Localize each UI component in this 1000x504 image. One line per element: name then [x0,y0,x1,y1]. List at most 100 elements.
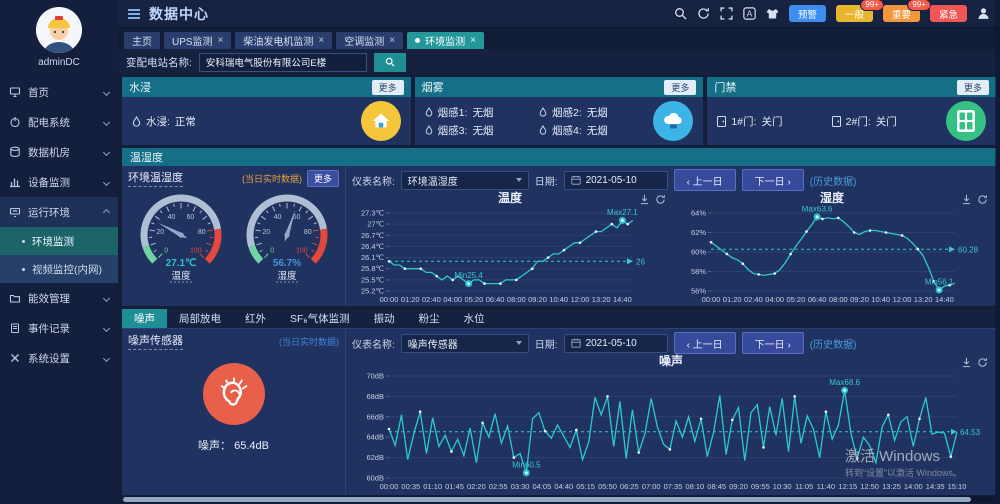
sidebar-item-event-log[interactable]: 事件记录 [0,313,118,343]
svg-text:13:20: 13:20 [592,295,611,304]
sidebar-item-power-distribution[interactable]: 配电系统 [0,107,118,137]
tab-hvac[interactable]: 空调监测 [336,32,403,49]
vertical-scrollbar[interactable] [995,0,1000,504]
svg-text:02:55: 02:55 [489,482,508,491]
next-day-button[interactable]: 下一日 [742,169,804,191]
station-search-button[interactable] [374,53,406,72]
tab-diesel[interactable]: 柴油发电机监测 [235,32,332,49]
svg-text:09:20: 09:20 [729,482,748,491]
refresh-icon[interactable] [977,355,988,373]
noise-section: 噪声传感器 (当日实时数据) 噪声： 65.4dB 仪表名称: [122,329,996,495]
close-icon[interactable] [218,36,224,46]
tab-home[interactable]: 主页 [124,32,160,49]
next-day-button[interactable]: 下一日 [742,332,804,354]
close-icon[interactable] [470,36,476,46]
svg-text:09:20: 09:20 [528,295,547,304]
svg-text:62%: 62% [691,228,706,237]
tab-sf6-gas[interactable]: SF₆气体监测 [278,309,362,328]
sidebar-item-operating-env[interactable]: 运行环境 [0,197,118,227]
smoke-more-button[interactable]: 更多 [664,80,696,95]
prev-day-button[interactable]: 上一日 [674,332,736,354]
alarm-badge-urgent[interactable]: 紧急 [930,5,967,22]
svg-text:Min25.4: Min25.4 [454,271,483,280]
history-link[interactable]: (历史数据) [810,173,857,188]
prev-day-button[interactable]: 上一日 [674,169,736,191]
close-icon[interactable] [318,36,324,46]
tab-infrared[interactable]: 红外 [233,309,278,328]
svg-text:07:00: 07:00 [642,482,661,491]
badge-count: 99+ [860,0,884,11]
tab-dust[interactable]: 粉尘 [407,309,452,328]
svg-text:64.53: 64.53 [960,428,981,437]
main-area: 数据中心 A 预警 一般99+ 重要99+ 紧急 主页 UPS监测 柴油发电机监… [118,0,1000,504]
sidebar-item-energy-mgmt[interactable]: 能效管理 [0,283,118,313]
alarm-badge-general[interactable]: 一般99+ [836,5,873,22]
user-icon[interactable] [977,7,990,20]
tools-icon [9,352,21,364]
cloud-badge-icon [653,101,693,141]
menu-toggle-icon[interactable] [128,9,140,19]
station-name-label: 变配电站名称: [126,55,192,70]
env-more-button[interactable]: 更多 [307,170,339,187]
svg-text:05:50: 05:50 [598,482,617,491]
search-icon[interactable] [674,7,687,20]
alarm-badge-warning[interactable]: 预警 [789,5,826,22]
tab-ups[interactable]: UPS监测 [164,32,231,49]
svg-text:26.7℃: 26.7℃ [361,231,385,240]
door-icon [832,116,841,127]
humidity-chart-block: 湿度 56%58%60%62%64%00:0001:2002:4004:0005… [674,192,990,306]
sidebar-item-device-monitor[interactable]: 设备监测 [0,167,118,197]
tab-partial-discharge[interactable]: 局部放电 [167,309,233,328]
water-more-button[interactable]: 更多 [372,80,404,95]
tab-environment[interactable]: 环境监测 [407,32,484,49]
door-more-button[interactable]: 更多 [957,80,989,95]
tab-water-level[interactable]: 水位 [452,309,497,328]
section-title-temp-humidity: 温湿度 [122,148,996,166]
svg-text:10:40: 10:40 [871,295,890,304]
alarm-badge-important[interactable]: 重要99+ [883,5,920,22]
date-input[interactable]: 2021-05-10 [564,334,668,353]
meter-select[interactable]: 噪声传感器 [401,334,529,353]
tab-noise[interactable]: 噪声 [122,309,167,328]
date-input[interactable]: 2021-05-10 [564,171,668,190]
water-value: 正常 [175,114,196,129]
download-icon[interactable] [961,192,972,210]
svg-text:06:25: 06:25 [620,482,639,491]
fullscreen-icon[interactable] [720,7,733,20]
sidebar-item-home[interactable]: 首页 [0,77,118,107]
bullet-icon [22,268,25,271]
refresh-icon[interactable] [655,192,666,210]
sidebar-item-system-settings[interactable]: 系统设置 [0,343,118,373]
door-icon [717,116,726,127]
sidebar-item-video-monitor[interactable]: 视频监控(内网) [0,255,118,283]
horizontal-scrollbar[interactable] [122,496,996,503]
close-icon[interactable] [389,36,395,46]
theme-skin-icon[interactable] [766,7,779,20]
sidebar-item-env-monitor[interactable]: 环境监测 [0,227,118,255]
refresh-icon[interactable] [977,192,988,210]
refresh-icon[interactable] [697,7,710,20]
history-link[interactable]: (历史数据) [810,336,857,351]
meter-select[interactable]: 环境温湿度 [401,171,529,190]
tab-vibration[interactable]: 振动 [362,309,407,328]
chevron-up-icon [103,208,110,215]
droplet-icon [539,125,547,135]
sidebar-item-data-room[interactable]: 数据机房 [0,137,118,167]
station-name-input[interactable] [199,53,367,72]
download-icon[interactable] [961,355,972,373]
user-block: adminDC [0,0,118,73]
chevron-down-icon [103,178,110,185]
language-icon[interactable]: A [743,7,756,20]
svg-text:10:40: 10:40 [549,295,568,304]
download-icon[interactable] [639,192,650,210]
svg-text:27.3℃: 27.3℃ [361,209,385,218]
svg-text:14:35: 14:35 [926,482,945,491]
smoke-label: 烟感2: [552,105,582,120]
avatar[interactable] [36,7,82,53]
svg-text:26.1℃: 26.1℃ [361,253,385,262]
scrollbar-thumb[interactable] [123,497,971,502]
calendar-icon [571,338,581,348]
svg-text:64dB: 64dB [366,433,384,442]
noise-controls: 仪表名称: 噪声传感器 日期: 2021-05-10 上一日 下一日 (历史数据… [352,331,990,355]
svg-text:26.4℃: 26.4℃ [361,242,385,251]
